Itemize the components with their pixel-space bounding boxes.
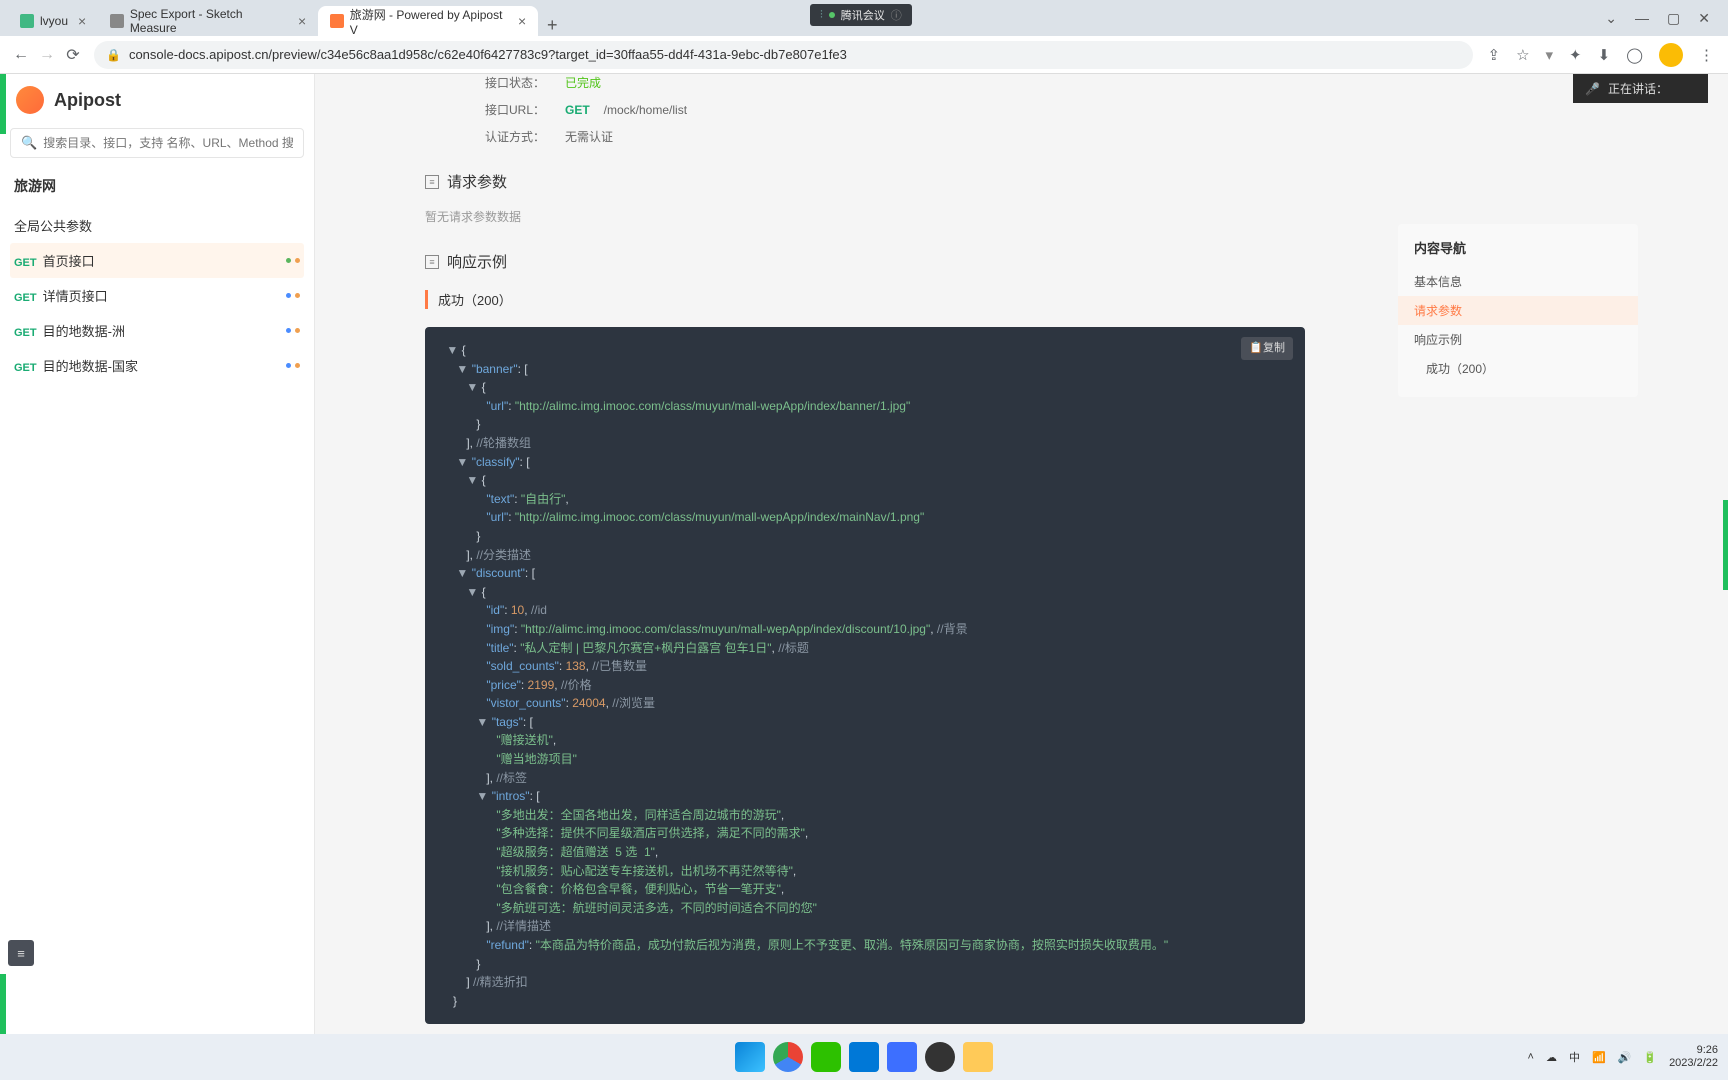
toc-item[interactable]: 基本信息: [1398, 267, 1638, 296]
apipost-icon: [330, 14, 344, 28]
lock-icon: 🔒: [106, 48, 121, 62]
forward-button[interactable]: →: [34, 46, 60, 64]
toc-item[interactable]: 成功（200）: [1398, 354, 1638, 383]
toc-item[interactable]: 响应示例: [1398, 325, 1638, 354]
float-toc-button[interactable]: ≡: [8, 940, 34, 966]
vue-ext-icon[interactable]: ▾: [1546, 46, 1554, 64]
wechat-icon[interactable]: [811, 1042, 841, 1072]
download-icon[interactable]: ⬇: [1598, 46, 1611, 64]
auth-value: 无需认证: [565, 128, 613, 145]
volume-icon[interactable]: 🔊: [1618, 1051, 1632, 1064]
section-request-params: ≡ 请求参数: [425, 171, 1305, 192]
close-icon[interactable]: ×: [298, 13, 306, 29]
sidebar-api-item[interactable]: GET目的地数据-洲: [10, 313, 304, 348]
sidebar-api-item[interactable]: GET详情页接口: [10, 278, 304, 313]
maximize-button[interactable]: ▢: [1667, 10, 1680, 27]
clock[interactable]: 9:26 2023/2/22: [1669, 1044, 1718, 1070]
menu-icon[interactable]: ⋮: [1699, 46, 1714, 64]
battery-icon[interactable]: 🔋: [1643, 1051, 1657, 1064]
brand-name: Apipost: [54, 90, 121, 111]
account-icon[interactable]: ◯: [1626, 46, 1643, 64]
copy-button[interactable]: 📋复制: [1241, 337, 1293, 360]
back-button[interactable]: ←: [8, 46, 34, 64]
method-badge: GET: [565, 103, 590, 117]
speaking-indicator: 🎤 正在讲话：: [1573, 74, 1708, 103]
star-icon[interactable]: ☆: [1516, 46, 1529, 64]
browser-tab-strip: lvyou × Spec Export - Sketch Measure × 旅…: [0, 0, 1728, 36]
project-title: 旅游网: [14, 176, 304, 196]
section-icon: ≡: [425, 255, 439, 269]
toc-panel: 内容导航 基本信息请求参数响应示例成功（200）: [1398, 224, 1638, 397]
tencent-meeting-badge[interactable]: ⫶腾讯会议ⓘ: [810, 4, 912, 26]
explorer-icon[interactable]: [963, 1042, 993, 1072]
sidebar-api-item[interactable]: GET目的地数据-国家: [10, 348, 304, 383]
close-icon[interactable]: ×: [78, 13, 86, 29]
system-tray[interactable]: ˄ ☁ 中 📶 🔊 🔋 9:26 2023/2/22: [1528, 1034, 1718, 1080]
extensions-icon[interactable]: ✦: [1569, 46, 1582, 64]
close-window-button[interactable]: ✕: [1698, 10, 1710, 27]
search-input[interactable]: [43, 136, 293, 150]
chrome-icon[interactable]: [773, 1042, 803, 1072]
brand: Apipost: [16, 86, 304, 114]
section-response-example: ≡ 响应示例: [425, 251, 1305, 272]
browser-tab-active[interactable]: 旅游网 - Powered by Apipost V ×: [318, 6, 538, 36]
section-icon: ≡: [425, 175, 439, 189]
sidebar-api-item[interactable]: GET首页接口: [10, 243, 304, 278]
chevron-down-icon[interactable]: ⌄: [1605, 10, 1617, 27]
new-tab-button[interactable]: +: [538, 15, 566, 36]
mic-icon: 🎤: [1585, 82, 1600, 96]
reload-button[interactable]: ⟳: [60, 45, 86, 65]
status-label: 接口状态：: [485, 74, 565, 91]
toc-item[interactable]: 请求参数: [1398, 296, 1638, 325]
app-icon[interactable]: [925, 1042, 955, 1072]
browser-toolbar: ← → ⟳ 🔒 console-docs.apipost.cn/preview/…: [0, 36, 1728, 74]
browser-tab[interactable]: lvyou ×: [8, 6, 98, 36]
url-path: /mock/home/list: [604, 103, 687, 117]
windows-taskbar[interactable]: [0, 1034, 1728, 1080]
apipost-logo-icon: [16, 86, 44, 114]
json-response-block: 📋复制 ▼ { ▼ "banner": [ ▼ { "url": "http:/…: [425, 327, 1305, 1024]
auth-label: 认证方式：: [485, 128, 565, 145]
vscode-icon[interactable]: [849, 1042, 879, 1072]
status-value: 已完成: [565, 74, 601, 91]
sidebar-global-params[interactable]: 全局公共参数: [10, 208, 304, 243]
response-status-tab[interactable]: 成功（200）: [425, 290, 1305, 309]
ime-indicator[interactable]: 中: [1569, 1049, 1580, 1065]
sidebar-search[interactable]: 🔍: [10, 128, 304, 158]
empty-placeholder: 暂无请求参数数据: [425, 208, 1305, 225]
address-bar[interactable]: 🔒 console-docs.apipost.cn/preview/c34e56…: [94, 41, 1473, 69]
cloud-icon[interactable]: ☁: [1546, 1051, 1557, 1064]
browser-tab[interactable]: Spec Export - Sketch Measure ×: [98, 6, 318, 36]
meeting-app-icon[interactable]: [887, 1042, 917, 1072]
search-icon: 🔍: [21, 135, 37, 151]
url-label: 接口URL：: [485, 101, 565, 118]
toc-title: 内容导航: [1398, 238, 1638, 267]
minimize-button[interactable]: —: [1635, 10, 1649, 27]
sidebar: Apipost 🔍 旅游网 全局公共参数 GET首页接口GET详情页接口GET目…: [0, 74, 315, 1080]
globe-icon: [110, 14, 124, 28]
share-icon[interactable]: ⇪: [1487, 46, 1500, 64]
profile-avatar[interactable]: [1659, 43, 1683, 67]
main-content: 接口状态：已完成 接口URL：GET/mock/home/list 认证方式：无…: [315, 74, 1728, 1080]
chevron-up-icon[interactable]: ˄: [1528, 1051, 1534, 1063]
vue-icon: [20, 14, 34, 28]
close-icon[interactable]: ×: [518, 13, 526, 29]
wifi-icon[interactable]: 📶: [1592, 1051, 1606, 1064]
start-icon[interactable]: [735, 1042, 765, 1072]
